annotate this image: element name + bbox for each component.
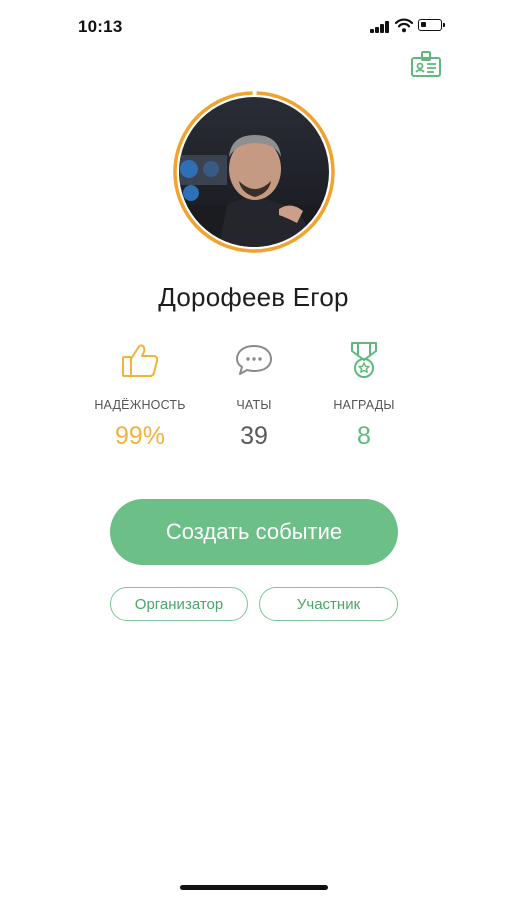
status-time: 10:13: [78, 17, 123, 36]
medal-icon: [351, 342, 377, 378]
status-icons: [370, 18, 450, 34]
wifi-icon: [395, 18, 413, 33]
avatar[interactable]: [172, 90, 336, 254]
avatar-photo: [179, 97, 329, 247]
stat-label: НАГРАДЫ: [333, 398, 395, 412]
id-card-icon[interactable]: [410, 50, 442, 78]
thumbs-up-icon: [122, 344, 159, 377]
home-indicator[interactable]: [180, 885, 328, 890]
status-bar: 10:13: [0, 0, 507, 56]
signal-icon: [370, 20, 390, 33]
stat-value: 8: [357, 422, 371, 450]
chat-bubble-icon: [236, 345, 272, 375]
organizer-button[interactable]: Организатор: [110, 587, 248, 621]
profile-name: Дорофеев Егор: [158, 282, 349, 312]
participant-button[interactable]: Участник: [259, 587, 398, 621]
create-event-button[interactable]: Создать событие: [110, 499, 398, 565]
stat-awards[interactable]: НАГРАДЫ 8: [289, 340, 439, 451]
battery-icon: [418, 19, 445, 31]
